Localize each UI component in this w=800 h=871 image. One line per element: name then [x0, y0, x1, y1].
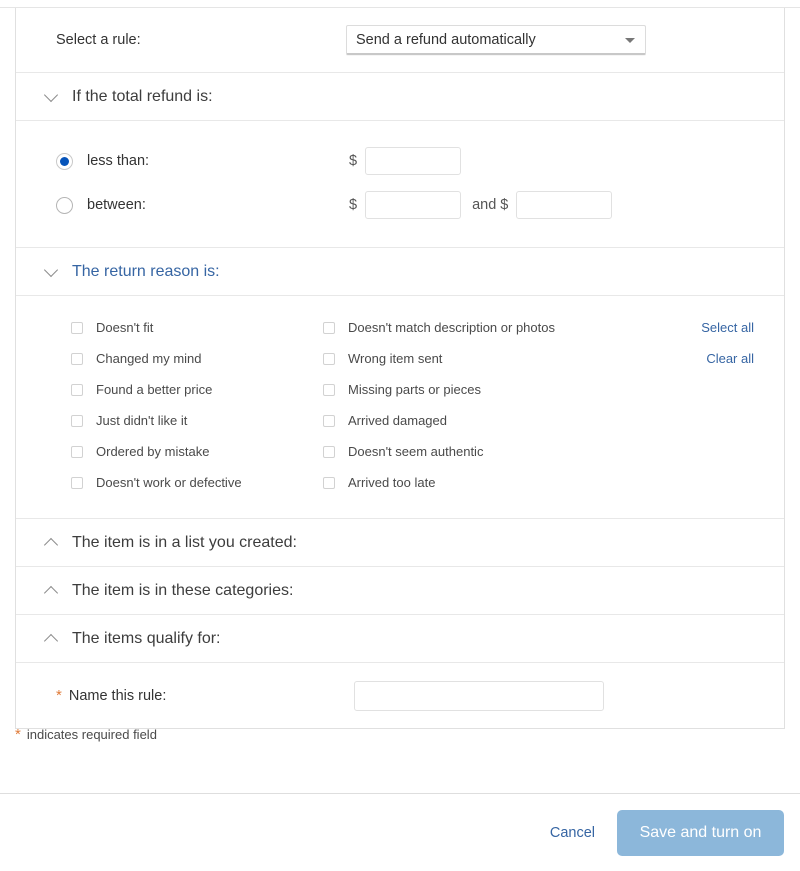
reason-label: Ordered by mistake [96, 444, 210, 459]
refund-amount-body-section: less than: $ between: $ and $ [16, 121, 784, 248]
reason-label: Arrived too late [348, 475, 436, 490]
less-than-amount-group: $ [349, 147, 462, 175]
reason-checkbox[interactable] [323, 476, 335, 489]
between-radio[interactable] [56, 196, 73, 214]
item-list-section: The item is in a list you created: [16, 519, 784, 567]
reason-item[interactable]: Changed my mind [71, 343, 316, 374]
rule-type-dropdown-value: Send a refund automatically [356, 31, 536, 48]
clear-all-link[interactable]: Clear all [701, 343, 754, 374]
chevron-down-icon [42, 87, 62, 107]
item-categories-section: The item is in these categories: [16, 567, 784, 615]
reason-checkbox[interactable] [323, 321, 335, 334]
chevron-down-icon [42, 262, 62, 282]
reason-checkbox[interactable] [71, 445, 83, 458]
reason-label: Doesn't work or defective [96, 475, 242, 490]
reason-column-left: Doesn't fit Changed my mind Found a bett… [16, 312, 316, 498]
return-reason-title: The return reason is: [72, 262, 220, 280]
reason-item[interactable]: Just didn't like it [71, 405, 316, 436]
name-rule-label-wrap: * Name this rule: [56, 688, 354, 704]
item-list-accordion-header[interactable]: The item is in a list you created: [16, 519, 784, 566]
reason-checkbox[interactable] [71, 476, 83, 489]
reason-checkbox[interactable] [323, 414, 335, 427]
reason-item[interactable]: Wrong item sent [323, 343, 656, 374]
reason-label: Doesn't fit [96, 320, 154, 335]
items-qualify-accordion-header[interactable]: The items qualify for: [16, 615, 784, 662]
chevron-down-icon [625, 37, 635, 43]
reason-item[interactable]: Doesn't match description or photos [323, 312, 656, 343]
required-field-note-text: indicates required field [26, 727, 157, 742]
chevron-up-icon [42, 533, 62, 553]
between-amount-group: $ and $ [349, 191, 613, 219]
name-rule-input[interactable] [354, 680, 604, 711]
reason-item[interactable]: Arrived too late [323, 467, 656, 498]
reason-bulk-actions: Select all Clear all [701, 312, 754, 374]
reason-label: Found a better price [96, 382, 213, 397]
required-field-note: * indicates required field [15, 727, 157, 742]
reason-checkbox[interactable] [323, 445, 335, 458]
return-reason-body: Doesn't fit Changed my mind Found a bett… [16, 296, 784, 518]
item-categories-accordion-header[interactable]: The item is in these categories: [16, 567, 784, 614]
reason-item[interactable]: Arrived damaged [323, 405, 656, 436]
refund-amount-accordion-header[interactable]: If the total refund is: [16, 73, 784, 120]
less-than-label: less than: [87, 153, 150, 169]
reason-checkbox[interactable] [71, 321, 83, 334]
save-and-turn-on-button[interactable]: Save and turn on [617, 809, 784, 856]
reason-checkbox[interactable] [71, 352, 83, 365]
cancel-button[interactable]: Cancel [550, 825, 595, 841]
refund-amount-title: If the total refund is: [72, 87, 213, 105]
reason-label: Wrong item sent [348, 351, 443, 366]
reason-checkbox[interactable] [323, 352, 335, 365]
select-rule-label: Select a rule: [56, 32, 141, 48]
reason-label: Doesn't seem authentic [348, 444, 484, 459]
between-label: between: [87, 197, 146, 213]
return-reason-body-section: Doesn't fit Changed my mind Found a bett… [16, 296, 784, 519]
reason-column-right: Doesn't match description or photos Wron… [316, 312, 656, 498]
chevron-up-icon [42, 581, 62, 601]
reason-checkbox[interactable] [71, 383, 83, 396]
currency-symbol-min: $ [349, 197, 358, 213]
reason-checkbox[interactable] [323, 383, 335, 396]
and-currency-label: and $ [472, 197, 509, 213]
reason-item[interactable]: Doesn't fit [71, 312, 316, 343]
item-list-title: The item is in a list you created: [72, 533, 297, 551]
refund-amount-header-section: If the total refund is: [16, 73, 784, 121]
reason-label: Arrived damaged [348, 413, 447, 428]
select-rule-section: Select a rule: Send a refund automatical… [16, 8, 784, 73]
reason-item[interactable]: Found a better price [71, 374, 316, 405]
reason-label: Missing parts or pieces [348, 382, 481, 397]
return-reason-header-section: The return reason is: [16, 248, 784, 296]
required-asterisk-icon: * [15, 726, 21, 743]
reason-label: Doesn't match description or photos [348, 320, 555, 335]
less-than-radio[interactable] [56, 152, 73, 170]
refund-amount-body: less than: $ between: $ and $ [16, 121, 784, 247]
reason-item[interactable]: Ordered by mistake [71, 436, 316, 467]
reason-checkbox[interactable] [71, 414, 83, 427]
items-qualify-section: The items qualify for: [16, 615, 784, 663]
between-min-input[interactable] [365, 191, 462, 219]
item-categories-title: The item is in these categories: [72, 581, 294, 599]
reason-columns: Doesn't fit Changed my mind Found a bett… [16, 312, 784, 498]
items-qualify-title: The items qualify for: [72, 629, 221, 647]
currency-symbol: $ [349, 153, 358, 169]
reason-item[interactable]: Doesn't seem authentic [323, 436, 656, 467]
name-rule-label: Name this rule: [68, 687, 167, 704]
reason-label: Just didn't like it [96, 413, 188, 428]
between-row: between: $ and $ [16, 183, 784, 227]
reason-item[interactable]: Missing parts or pieces [323, 374, 656, 405]
less-than-row: less than: $ [16, 139, 784, 183]
between-max-input[interactable] [516, 191, 613, 219]
less-than-amount-input[interactable] [365, 147, 462, 175]
rule-builder-card: Select a rule: Send a refund automatical… [15, 8, 785, 729]
rule-type-dropdown[interactable]: Send a refund automatically [346, 25, 646, 55]
name-rule-section: * Name this rule: [16, 663, 784, 728]
required-asterisk-icon: * [56, 687, 62, 704]
reason-label: Changed my mind [96, 351, 202, 366]
return-reason-accordion-header[interactable]: The return reason is: [16, 248, 784, 295]
reason-item[interactable]: Doesn't work or defective [71, 467, 316, 498]
select-all-link[interactable]: Select all [701, 312, 754, 343]
select-rule-row: Select a rule: Send a refund automatical… [16, 8, 784, 72]
chevron-up-icon [42, 629, 62, 649]
footer-actions: Cancel Save and turn on [0, 794, 800, 871]
name-rule-row: * Name this rule: [16, 663, 784, 728]
